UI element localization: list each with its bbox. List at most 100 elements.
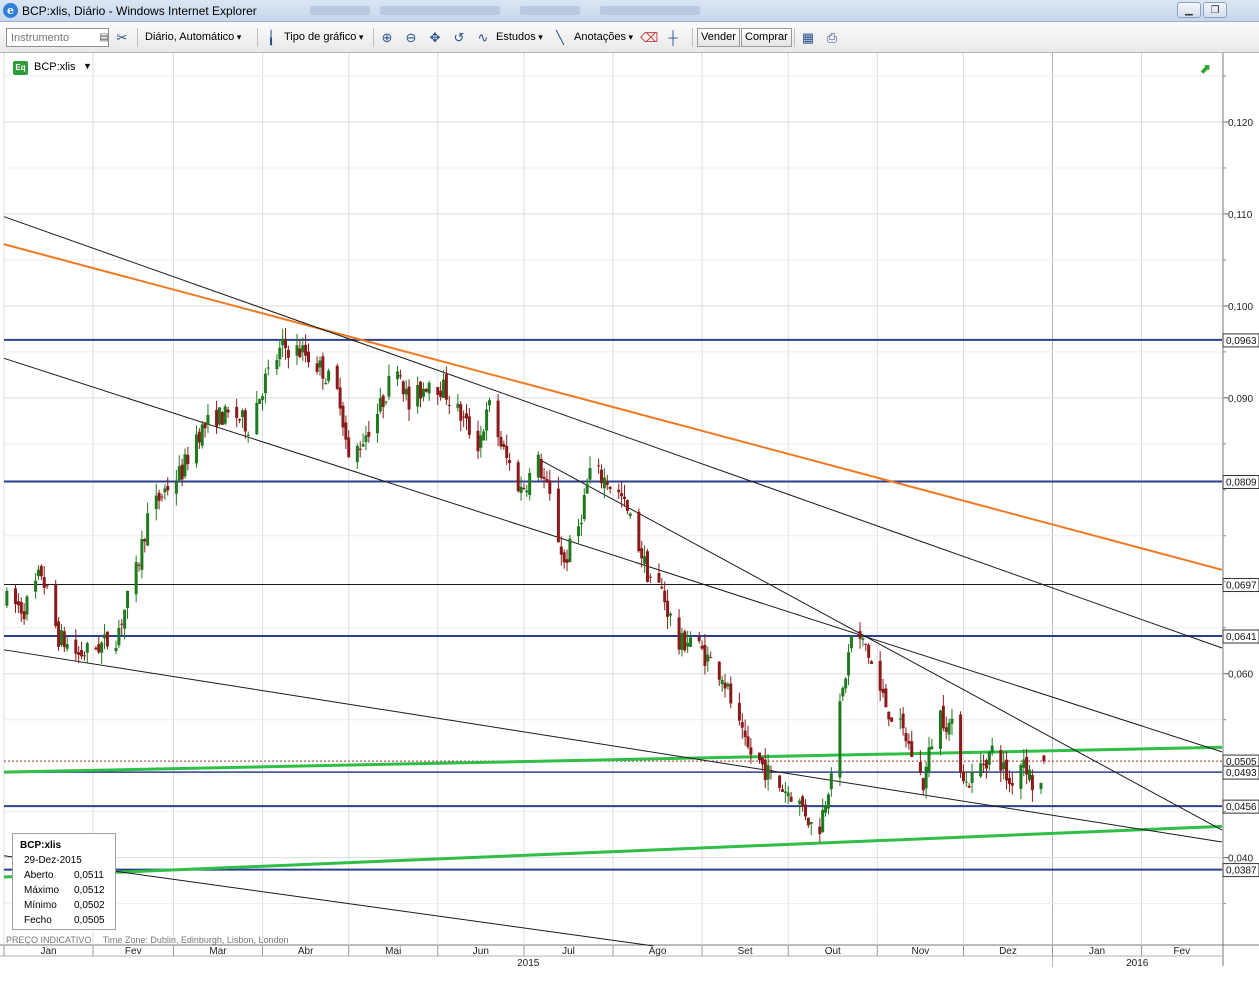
candle-body xyxy=(760,757,764,765)
chevron-down-icon[interactable]: ▼ xyxy=(83,61,92,71)
candle-body xyxy=(177,466,181,481)
candle-body xyxy=(849,636,853,649)
candle-body xyxy=(944,727,948,732)
y-tick-label: 0,060 xyxy=(1228,670,1253,681)
trend-indicator-icon: ⬈ xyxy=(1200,61,1211,76)
candle-body xyxy=(281,338,285,346)
candle-body xyxy=(117,627,121,646)
chart-type-dropdown[interactable]: Tipo de gráfico xyxy=(284,28,363,47)
candle-body xyxy=(327,370,331,381)
candle-body xyxy=(818,826,822,835)
info-row-open: Aberto 0,0511 xyxy=(24,870,104,881)
candle-body xyxy=(910,741,914,757)
eraser-icon[interactable]: ⌫ xyxy=(640,28,658,47)
month-label: Abr xyxy=(298,946,314,957)
zoom-in-icon[interactable]: ⊕ xyxy=(378,28,396,47)
candle-body xyxy=(258,398,262,404)
candle-body xyxy=(643,556,647,564)
candle-body xyxy=(522,488,526,490)
candle-body xyxy=(45,585,49,587)
level-value-label: 0,0697 xyxy=(1226,581,1257,592)
candle-body xyxy=(335,365,339,389)
studies-dropdown[interactable]: Estudos xyxy=(496,28,543,47)
candle-body xyxy=(286,349,290,358)
candle-body xyxy=(746,736,750,748)
candle-body xyxy=(1039,783,1043,790)
candle-body xyxy=(240,410,244,417)
candle-body xyxy=(263,373,267,394)
candle-body xyxy=(657,573,661,583)
candle-body xyxy=(367,432,371,437)
interval-dropdown[interactable]: Diário, Automático xyxy=(145,28,241,47)
candle-body xyxy=(42,577,46,588)
candle-body xyxy=(938,710,942,749)
timezone-note: Time Zone: Dublin, Edinburgh, Lisbon, Lo… xyxy=(102,935,289,945)
minimize-button[interactable]: ▁ xyxy=(1177,2,1201,18)
reset-icon[interactable]: ↺ xyxy=(450,28,468,47)
month-label: Fev xyxy=(125,946,142,957)
candle-body xyxy=(157,492,161,501)
candle-body xyxy=(315,363,319,372)
studies-icon[interactable]: ∿ xyxy=(474,28,492,47)
candle-body xyxy=(1007,777,1011,784)
candle-body xyxy=(539,458,543,478)
instrument-input[interactable] xyxy=(6,28,109,47)
candle-body xyxy=(499,436,503,447)
candle-body xyxy=(1002,762,1006,770)
annotations-dropdown[interactable]: Anotações xyxy=(574,28,633,47)
info-date: 29-Dez-2015 xyxy=(24,855,82,866)
candle-body xyxy=(700,645,704,649)
fit-chart-icon[interactable]: ✥ xyxy=(426,28,444,47)
candle-body xyxy=(565,559,569,563)
candle-body xyxy=(528,473,532,495)
candle-body xyxy=(562,552,566,563)
chart-settings-icon[interactable]: ▦ xyxy=(799,28,817,47)
annotation-line-icon[interactable]: ╲ xyxy=(551,28,569,47)
candlestick-icon[interactable]: ╽ xyxy=(262,28,280,47)
year-label: 2016 xyxy=(1126,958,1149,969)
candle-body xyxy=(749,747,753,755)
background-tab-ghost xyxy=(380,6,500,15)
buy-button[interactable]: Comprar xyxy=(741,28,792,47)
candle-body xyxy=(898,718,902,720)
y-tick-label: 0,090 xyxy=(1228,394,1253,405)
candle-body xyxy=(57,621,61,647)
candle-body xyxy=(559,546,563,555)
window-title: BCP:xlis, Diário - Windows Internet Expl… xyxy=(22,4,257,18)
candle-body xyxy=(378,398,382,412)
candle-body xyxy=(344,422,348,440)
candle-body xyxy=(462,416,466,418)
zoom-out-icon[interactable]: ⊖ xyxy=(402,28,420,47)
candle-body xyxy=(904,733,908,742)
candle-body xyxy=(826,794,830,809)
candle-body xyxy=(525,490,529,493)
candle-body xyxy=(798,800,802,805)
candle-body xyxy=(54,585,58,627)
candle-body xyxy=(740,722,744,728)
candle-body xyxy=(238,419,242,421)
level-value-label: 0,0456 xyxy=(1226,802,1257,813)
candle-body xyxy=(114,647,118,652)
sell-button[interactable]: Vender xyxy=(697,28,740,47)
month-label: Jul xyxy=(562,946,575,957)
candle-body xyxy=(459,404,463,421)
candle-body xyxy=(442,379,446,398)
candle-body xyxy=(398,375,402,377)
candle-body xyxy=(341,405,345,428)
print-chart-icon[interactable]: ⎙ xyxy=(823,28,841,47)
candle-body xyxy=(74,639,78,654)
compare-tools-icon[interactable]: ✂ xyxy=(113,28,131,47)
candle-body xyxy=(5,590,9,606)
candle-body xyxy=(579,522,583,525)
year-label: 2015 xyxy=(517,958,540,969)
candle-body xyxy=(548,480,552,494)
candle-body xyxy=(487,400,491,406)
crosshair-icon[interactable]: ┼ xyxy=(664,28,682,47)
candle-body xyxy=(123,609,127,629)
restore-button[interactable]: ❐ xyxy=(1203,2,1227,18)
candle-body xyxy=(683,631,687,651)
instrument-list-icon[interactable]: ▤ xyxy=(95,28,113,47)
candle-body xyxy=(1005,759,1009,781)
candle-body xyxy=(801,796,805,807)
price-chart[interactable]: 0,120 0,110 0,100 0,090 0,060 0,040 0,0963 0,08… xyxy=(0,53,1259,983)
